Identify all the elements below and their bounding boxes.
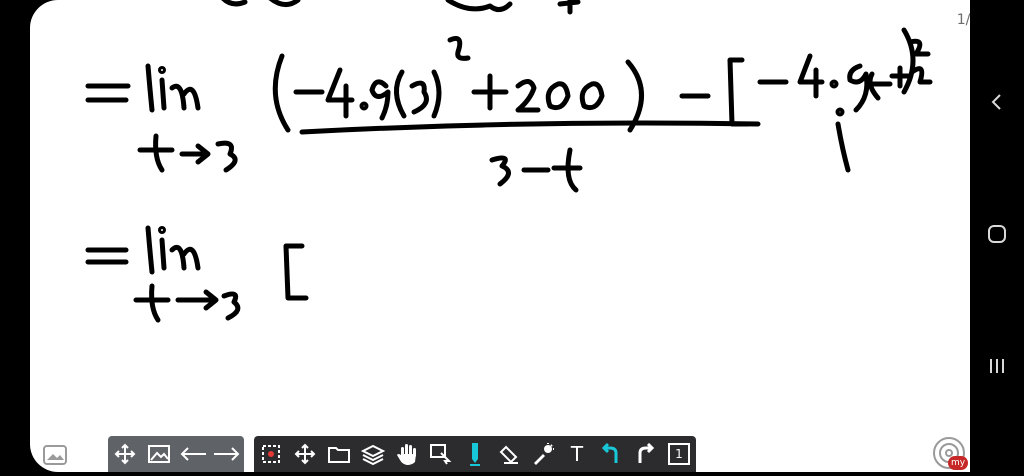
handwriting-ink <box>85 0 933 323</box>
undo-button[interactable] <box>596 439 626 469</box>
eraser-button[interactable] <box>494 439 524 469</box>
whiteboard-canvas[interactable]: 1/1 <box>30 0 970 472</box>
undo-arrow-icon <box>180 447 206 461</box>
image-icon <box>148 445 170 463</box>
back-icon <box>991 94 1001 110</box>
redo-icon <box>638 443 655 463</box>
laser-pointer-icon <box>534 443 554 465</box>
eraser-icon <box>499 445 518 464</box>
pointer-button[interactable] <box>426 439 456 469</box>
lasso-select-icon <box>262 445 280 463</box>
system-navigation-bar <box>970 0 1024 472</box>
page-icon: 1 <box>668 443 690 465</box>
toolbar-group-right: T 1 <box>254 436 696 472</box>
recents-button[interactable] <box>977 346 1017 386</box>
layers-icon <box>361 444 385 465</box>
page-counter: 1/1 <box>956 12 970 28</box>
pen-button[interactable] <box>460 439 490 469</box>
profile-badge: my <box>948 456 968 470</box>
undo-icon <box>601 443 618 463</box>
layers-button[interactable] <box>358 439 388 469</box>
home-button[interactable] <box>977 214 1017 254</box>
redo-button[interactable] <box>630 439 660 469</box>
undo-arrow-button[interactable] <box>178 439 208 469</box>
folder-button[interactable] <box>324 439 354 469</box>
back-button[interactable] <box>977 82 1017 122</box>
home-icon <box>988 225 1006 243</box>
folder-icon <box>328 447 350 463</box>
drawing-toolbar: T 1 <box>108 436 742 472</box>
recents-icon <box>990 359 1004 373</box>
pen-icon <box>470 443 480 466</box>
redo-arrow-button[interactable] <box>212 439 242 469</box>
pan-button[interactable] <box>290 439 320 469</box>
move-icon <box>114 443 136 465</box>
toolbar-group-left <box>108 436 244 472</box>
pan-icon <box>294 443 316 465</box>
laser-pointer-button[interactable] <box>528 439 558 469</box>
pointer-icon <box>430 444 452 465</box>
move-button[interactable] <box>110 439 140 469</box>
gallery-button[interactable] <box>38 438 72 472</box>
page-button[interactable]: 1 <box>664 439 694 469</box>
lasso-select-button[interactable] <box>256 439 286 469</box>
hand-icon <box>397 444 416 465</box>
image-button[interactable] <box>144 439 174 469</box>
gallery-icon <box>43 445 67 465</box>
redo-arrow-icon <box>214 447 240 461</box>
text-button[interactable]: T <box>562 439 592 469</box>
hand-button[interactable] <box>392 439 422 469</box>
